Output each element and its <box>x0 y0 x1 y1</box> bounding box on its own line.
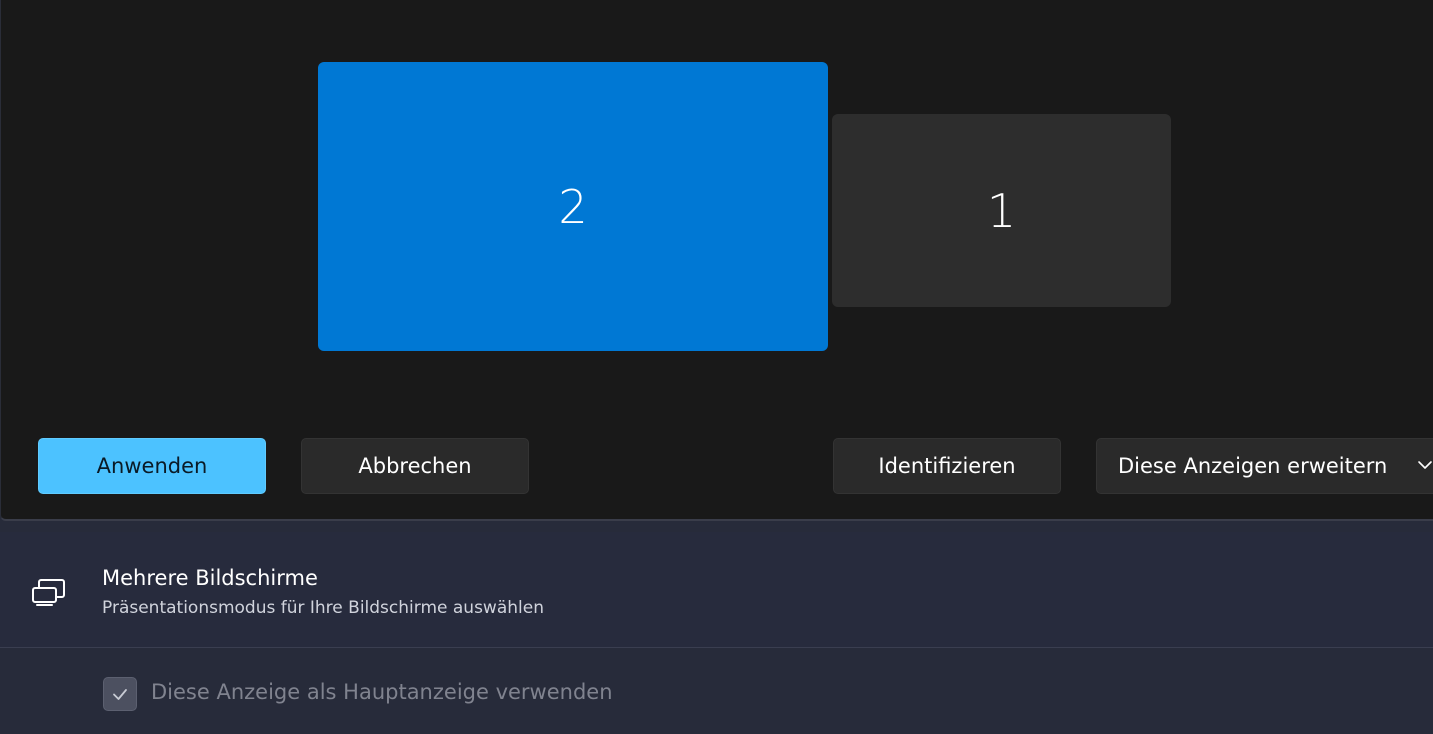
multiple-displays-title: Mehrere Bildschirme <box>102 566 318 590</box>
checkmark-icon <box>113 689 127 700</box>
apply-button[interactable]: Anwenden <box>38 438 266 494</box>
multiple-displays-subtitle: Präsentationsmodus für Ihre Bildschirme … <box>102 598 544 618</box>
multiple-displays-setting[interactable]: Mehrere Bildschirme Präsentationsmodus f… <box>0 532 1433 648</box>
monitor-1-number: 1 <box>986 183 1017 238</box>
main-display-checkbox-label: Diese Anzeige als Hauptanzeige verwenden <box>151 680 613 704</box>
display-mode-dropdown[interactable]: Diese Anzeigen erweitern <box>1096 438 1433 494</box>
identify-button-label: Identifizieren <box>878 454 1016 478</box>
chevron-down-icon <box>1418 461 1432 469</box>
monitor-2-tile[interactable]: 2 <box>318 62 828 351</box>
apply-button-label: Anwenden <box>96 454 208 478</box>
multiple-displays-icon <box>32 579 65 606</box>
main-display-option-row: Diese Anzeige als Hauptanzeige verwenden <box>0 650 1433 734</box>
monitor-2-number: 2 <box>558 179 588 234</box>
monitor-1-tile[interactable]: 1 <box>832 114 1171 307</box>
cancel-button[interactable]: Abbrechen <box>301 438 529 494</box>
display-mode-selected-value: Diese Anzeigen erweitern <box>1118 454 1388 478</box>
cancel-button-label: Abbrechen <box>358 454 472 478</box>
display-arrangement-panel: 2 1 Anwenden Abbrechen Identifizieren Di… <box>0 0 1433 521</box>
identify-button[interactable]: Identifizieren <box>833 438 1061 494</box>
main-display-checkbox[interactable] <box>103 677 137 711</box>
